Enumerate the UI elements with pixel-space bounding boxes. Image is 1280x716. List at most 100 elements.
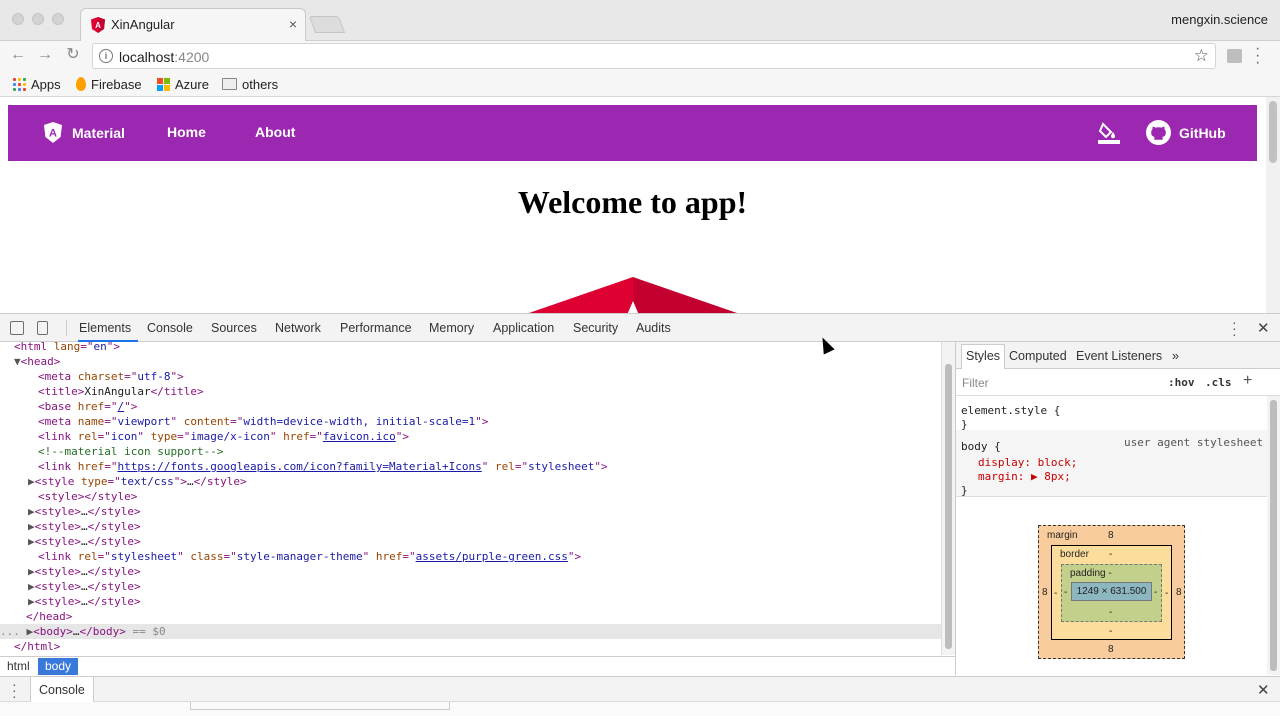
dom-node[interactable]: <html lang="en"> [14,342,120,354]
github-icon[interactable] [1146,120,1171,145]
minimize-window-button[interactable] [32,13,44,25]
tab-memory[interactable]: Memory [429,321,474,335]
margin-bottom-value[interactable]: 8 [1108,644,1114,655]
zoom-window-button[interactable] [52,13,64,25]
border-right-value[interactable]: - [1165,588,1168,599]
class-toggle[interactable]: .cls [1205,376,1232,389]
tab-audits[interactable]: Audits [636,321,671,335]
drawer-close-icon[interactable]: ✕ [1257,681,1270,699]
tab-security[interactable]: Security [573,321,618,335]
hover-state-toggle[interactable]: :hov [1168,376,1195,389]
styles-scrollbar-thumb[interactable] [1270,400,1277,671]
dom-node[interactable]: <link rel="stylesheet" class="style-mana… [38,549,581,564]
dom-node[interactable]: </head> [26,609,72,624]
page-scrollbar-thumb[interactable] [1269,101,1277,163]
elements-scrollbar[interactable] [941,342,955,655]
dom-node-selected[interactable]: ... ▶<body>…</body> == $0 [0,624,941,639]
dom-node[interactable]: </html> [14,639,60,654]
bookmark-azure[interactable]: Azure [157,75,209,93]
tab-console[interactable]: Console [147,321,193,335]
drawer-tab-console[interactable]: Console [30,677,94,703]
more-tabs-icon[interactable]: » [1172,349,1179,363]
padding-left-value[interactable]: - [1064,587,1067,598]
profile-name[interactable]: mengxin.science [1171,12,1268,27]
box-model-padding[interactable]: padding - - - - 1249 × 631.500 [1061,564,1162,622]
dom-node[interactable]: <style></style> [38,489,137,504]
dom-node[interactable]: <meta charset="utf-8"> [38,369,184,384]
device-toolbar-icon[interactable] [37,321,48,335]
styles-scrollbar[interactable] [1267,396,1280,675]
box-model-margin[interactable]: margin 8 8 8 8 border - - - - padding - … [1038,525,1185,659]
padding-right-value[interactable]: - [1154,587,1157,598]
dom-node[interactable]: ▶<style>…</style> [28,579,141,594]
page-scrollbar[interactable] [1266,97,1280,313]
breadcrumb-html[interactable]: html [0,658,37,675]
styles-filter-input[interactable]: Filter [962,376,989,390]
body-rule-selector[interactable]: body { [961,440,1001,454]
new-rule-icon[interactable]: + [1243,372,1252,390]
devtools-menu-icon[interactable]: · · · [1232,315,1237,341]
dom-node[interactable]: <base href="/"> [38,399,137,414]
extension-icon[interactable] [1227,49,1242,63]
box-model-border[interactable]: border - - - - padding - - - - 1249 × 63… [1051,545,1172,640]
dom-node[interactable]: <link href="https://fonts.googleapis.com… [38,459,608,474]
css-margin-property[interactable]: margin: ▶ 8px; [978,470,1071,484]
dom-node[interactable]: ▶<style>…</style> [28,564,141,579]
element-style-rule[interactable]: element.style { } [961,404,1060,432]
box-model-content[interactable]: 1249 × 631.500 [1071,582,1152,601]
dom-comment[interactable]: <!--material icon support--> [38,444,223,459]
nav-about-link[interactable]: About [255,124,295,140]
dom-node[interactable]: ▶<style>…</style> [28,534,141,549]
address-bar[interactable]: i localhost:4200 ☆ [92,43,1216,69]
tab-event-listeners[interactable]: Event Listeners [1076,349,1162,363]
tab-styles[interactable]: Styles [961,344,1006,369]
inspect-element-icon[interactable] [10,321,24,335]
back-arrow-icon[interactable]: ← [8,45,28,65]
github-link[interactable]: GitHub [1179,125,1226,141]
dom-node[interactable]: <title>XinAngular</title> [38,384,204,399]
breadcrumb-body[interactable]: body [38,658,79,675]
dom-node[interactable]: <meta name="viewport" content="width=dev… [38,414,488,429]
info-icon[interactable]: i [99,49,113,63]
margin-right-value[interactable]: 8 [1176,587,1182,598]
page-viewport: A Material Home About GitHub Welcome to … [0,97,1280,313]
reload-icon[interactable]: ↻ [63,45,83,65]
dom-node[interactable]: ▼<head> [14,354,60,369]
bookmark-folder-others[interactable]: others [222,75,278,93]
angular-logo-icon[interactable]: A [44,122,62,143]
dom-node[interactable]: ▶<style>…</style> [28,519,141,534]
tab-sources[interactable]: Sources [211,321,257,335]
drawer-menu-icon[interactable]: · · · [12,677,17,703]
border-top-value[interactable]: - [1109,549,1112,560]
tab-computed[interactable]: Computed [1009,349,1067,363]
forward-arrow-icon[interactable]: → [35,45,55,65]
tab-elements[interactable]: Elements [79,321,131,335]
format-color-fill-icon[interactable] [1097,121,1121,145]
bookmark-firebase[interactable]: Firebase [76,75,142,93]
tab-performance[interactable]: Performance [340,321,412,335]
padding-bottom-value[interactable]: - [1109,607,1112,618]
nav-home-link[interactable]: Home [167,124,206,140]
bookmark-star-icon[interactable]: ☆ [1194,46,1209,66]
brand-link[interactable]: Material [72,125,125,141]
tab-network[interactable]: Network [275,321,321,335]
dom-node[interactable]: <link rel="icon" type="image/x-icon" hre… [38,429,409,444]
browser-menu-icon[interactable]: · · · [1255,41,1260,71]
border-bottom-value[interactable]: - [1109,626,1112,637]
console-filter-input[interactable] [190,702,450,710]
close-window-button[interactable] [12,13,24,25]
margin-top-value[interactable]: 8 [1108,530,1114,541]
tab-close-icon[interactable]: × [289,16,297,32]
tab-application[interactable]: Application [493,321,554,335]
dom-node[interactable]: ▶<style>…</style> [28,504,141,519]
dom-node[interactable]: ▶<style type="text/css">…</style> [28,474,247,489]
margin-left-value[interactable]: 8 [1042,587,1048,598]
new-tab-button[interactable] [308,16,346,33]
browser-tab-active[interactable]: A XinAngular × [80,8,306,42]
devtools-close-icon[interactable]: ✕ [1257,319,1270,337]
dom-node[interactable]: ▶<style>…</style> [28,594,141,609]
elements-scrollbar-thumb[interactable] [945,364,952,649]
border-left-value[interactable]: - [1054,588,1057,599]
css-display-property[interactable]: display: block; [978,456,1077,470]
bookmark-apps[interactable]: Apps [13,75,61,93]
